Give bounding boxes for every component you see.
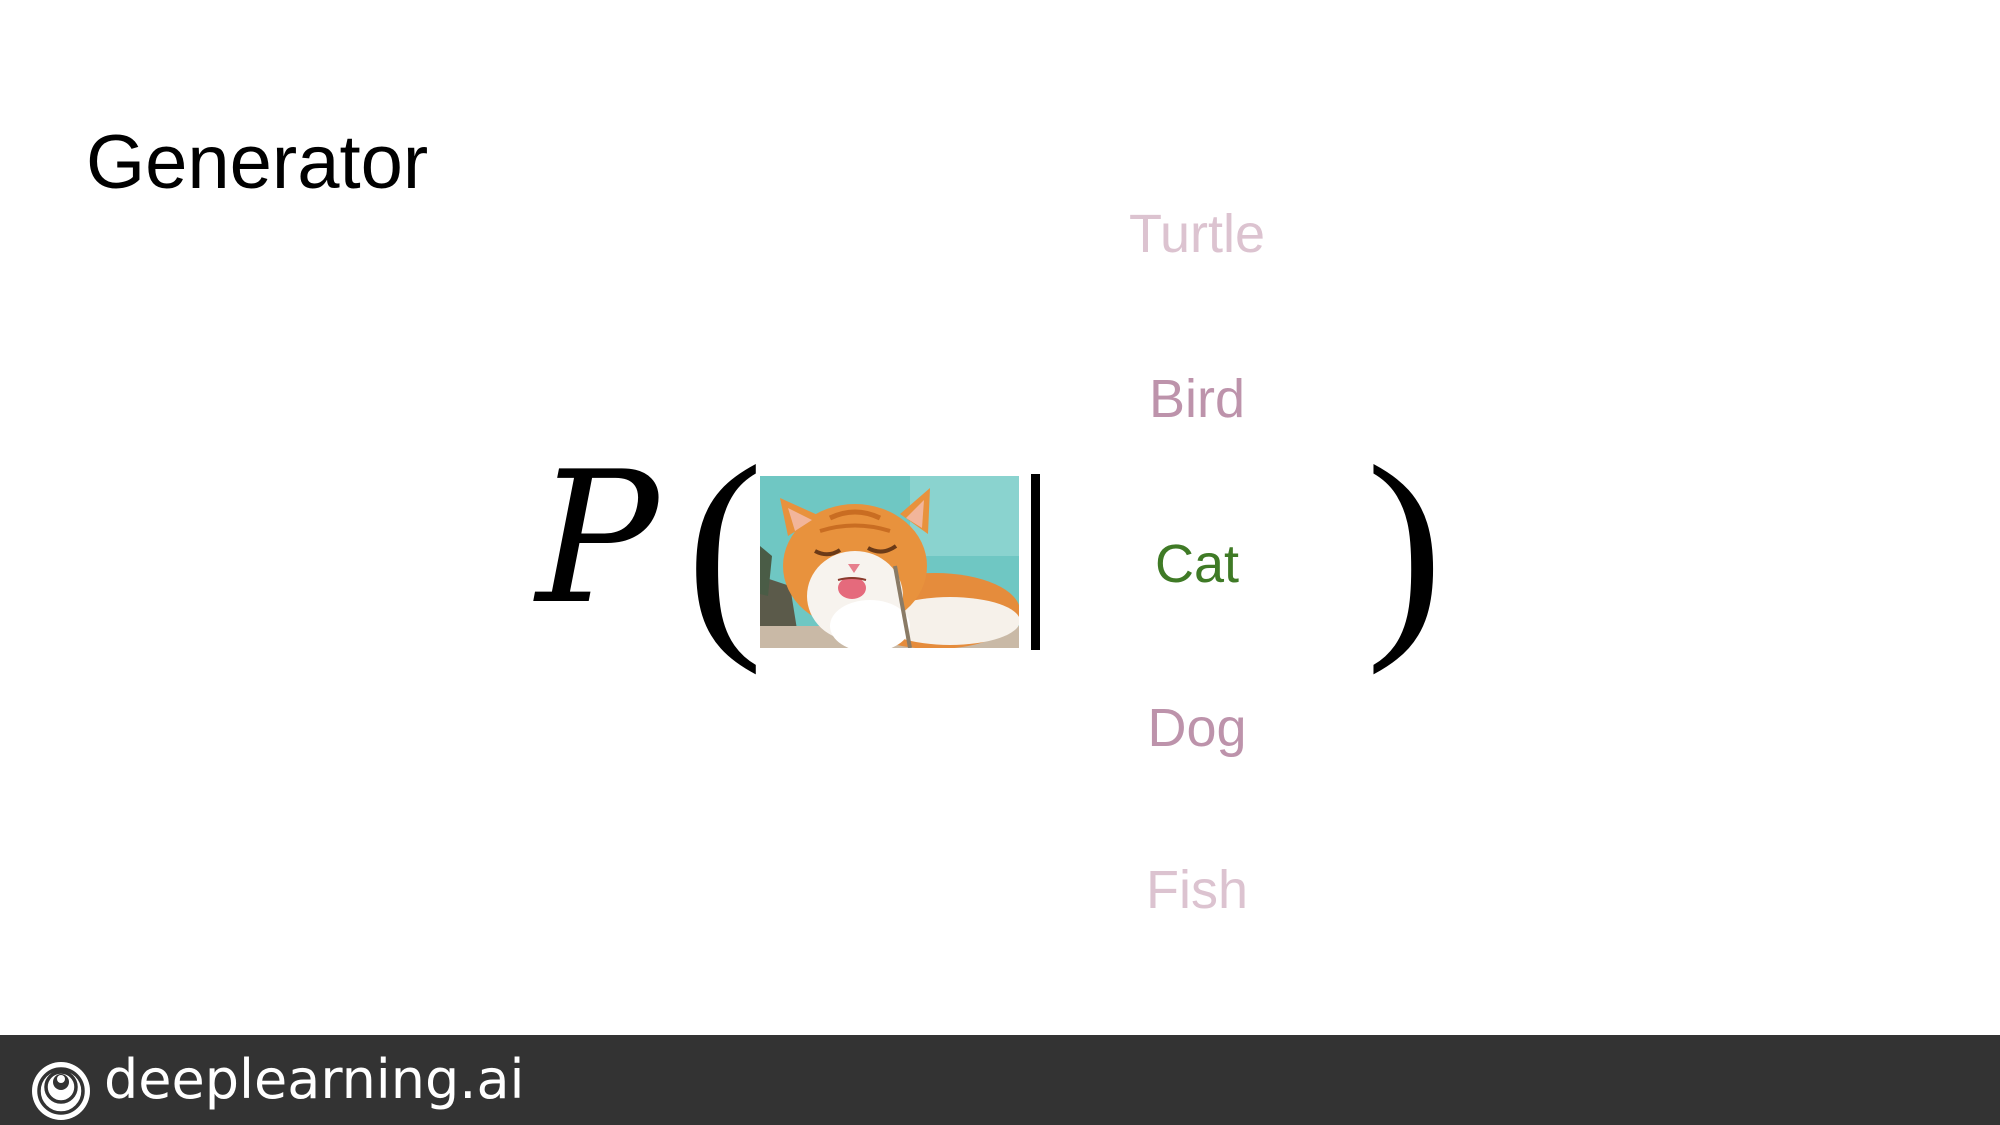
probability-symbol: P: [536, 432, 659, 644]
open-parenthesis: (: [686, 419, 764, 676]
footer-bar: deeplearning.ai: [0, 1035, 2000, 1125]
class-label-cat: Cat: [1154, 534, 1240, 594]
probability-formula: P (): [0, 0, 2000, 1035]
deeplearning-logo-icon: [30, 1060, 92, 1122]
class-label-dog: Dog: [1147, 698, 1247, 758]
class-label-fish: Fish: [1145, 860, 1248, 920]
footer-brand-text: deeplearning.ai: [104, 1048, 525, 1111]
cat-image: [760, 476, 1019, 648]
class-label-turtle: Turtle: [1128, 204, 1266, 264]
slide: Generator P () Turtle Bird Cat Dog Fish…: [0, 0, 2000, 1125]
class-label-bird: Bird: [1148, 369, 1246, 429]
conditional-bar: [1031, 474, 1040, 650]
close-parenthesis: ): [1366, 419, 1444, 676]
